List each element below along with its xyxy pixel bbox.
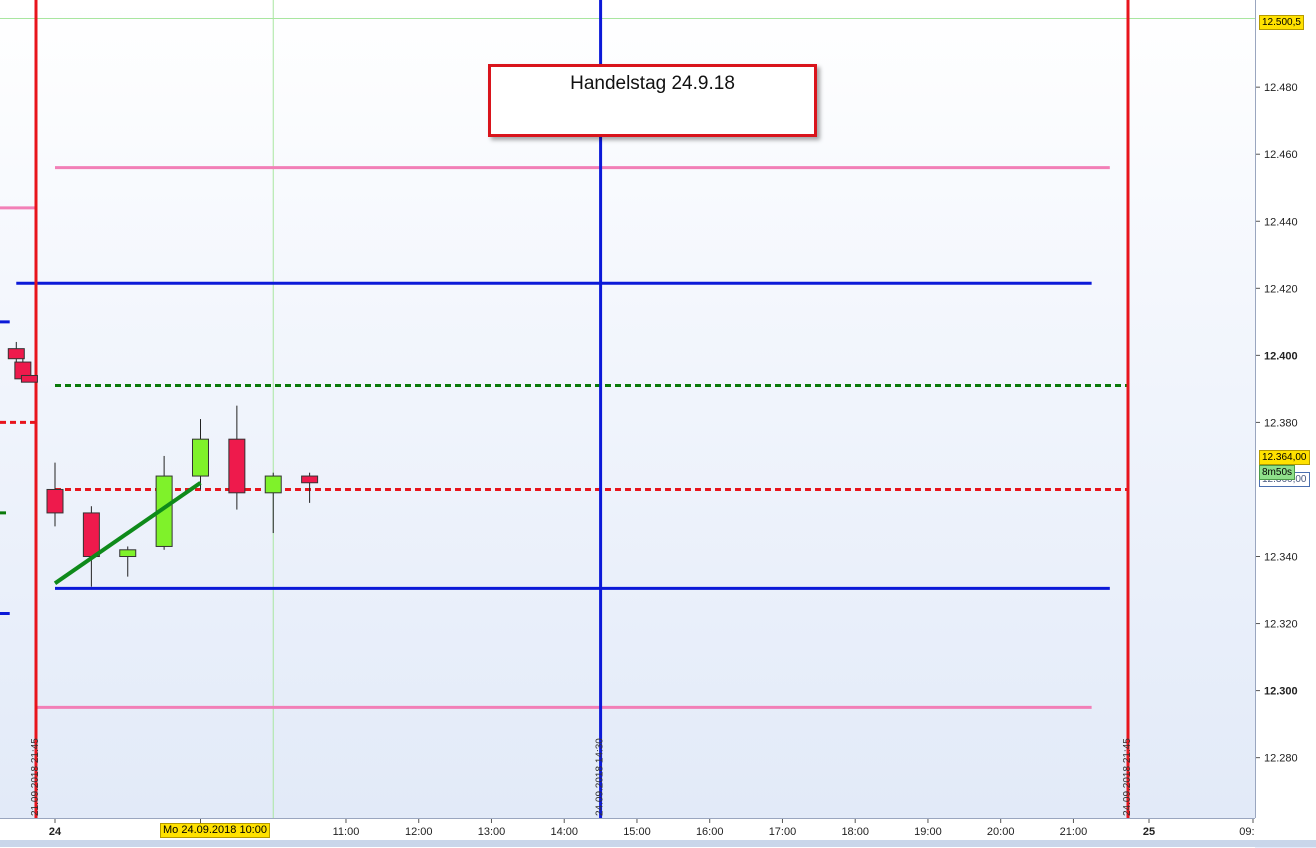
price-tick-label: 12.340	[1264, 552, 1298, 564]
vline-label-red-session-start: 21.09.2018 21:45	[30, 738, 41, 816]
price-tick-label: 12.280	[1264, 753, 1298, 765]
candle-body	[7, 348, 25, 360]
price-tick-label: 12.320	[1264, 619, 1298, 631]
time-tick-label: 11:00	[333, 826, 360, 838]
price-tick-label: 12.300	[1264, 686, 1298, 698]
price-tick-label: 12.460	[1264, 149, 1298, 161]
bottom-scrollbar[interactable]	[0, 840, 1316, 847]
candle-body	[228, 438, 246, 494]
time-tick-label: 15:00	[623, 826, 651, 838]
candle-body	[264, 475, 282, 494]
countdown-label: 8m50s	[1262, 467, 1293, 478]
candle-body	[301, 475, 319, 484]
time-tick-label: 14:00	[550, 826, 578, 838]
time-tick-label: 13:00	[478, 826, 506, 838]
candle-body	[82, 512, 100, 558]
price-axis[interactable]: 12.480 12.460 12.440 12.420 12.400 12.380 12.3…	[1255, 0, 1316, 818]
time-tick-label: 17:00	[769, 826, 797, 838]
cursor-time-label: Mo 24.09.2018 10:00	[163, 824, 267, 836]
current-price-badge: 12.364,00	[1259, 450, 1310, 465]
cursor-time-badge: Mo 24.09.2018 10:00	[160, 823, 270, 838]
annotation-text: Handelstag 24.9.18	[570, 73, 735, 94]
candle-body	[119, 549, 137, 558]
time-tick-label: 21:00	[1060, 826, 1088, 838]
time-tick-label: 25	[1143, 826, 1155, 838]
price-tick-label: 12.400	[1264, 350, 1298, 362]
candle-body	[20, 374, 38, 383]
price-axis-svg: 12.480 12.460 12.440 12.420 12.400 12.380 12.3…	[1256, 82, 1298, 765]
vline-label-red-session-end: 24.09.2018 21:45	[1122, 738, 1133, 816]
current-price-label: 12.364,00	[1262, 452, 1307, 463]
time-tick-label: 19:00	[914, 826, 942, 838]
price-tick-label: 12.420	[1264, 283, 1298, 295]
time-tick-label: 18:00	[841, 826, 869, 838]
time-tick-label: 12:00	[405, 826, 433, 838]
candle-body	[46, 488, 64, 514]
vline-label-blue-midday: 24.09.2018 14:30	[595, 738, 606, 816]
price-tick-label: 12.380	[1264, 417, 1298, 429]
cursor-price-badge: 12.500,5	[1259, 15, 1304, 30]
time-tick-label: 16:00	[696, 826, 724, 838]
countdown-badge: 8m50s	[1259, 465, 1296, 480]
annotation-box[interactable]: Handelstag 24.9.18	[488, 64, 817, 137]
time-tick-label: 24	[49, 826, 62, 838]
price-tick-label: 12.440	[1264, 216, 1298, 228]
price-tick-label: 12.480	[1264, 82, 1298, 94]
cursor-price-label: 12.500,5	[1262, 17, 1301, 28]
candle-body	[191, 438, 209, 477]
time-tick-label: 20:00	[987, 826, 1015, 838]
